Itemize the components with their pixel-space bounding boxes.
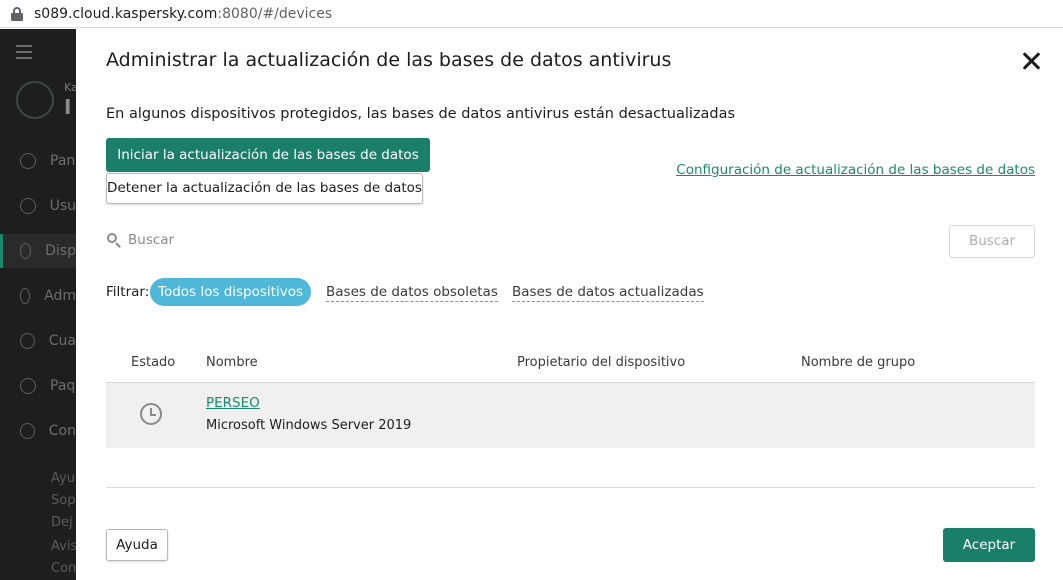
close-icon[interactable] (1020, 49, 1044, 73)
sidebar-footer-feedback[interactable]: Dej (51, 515, 73, 530)
sidebar-item-label: Paq (50, 378, 76, 394)
help-button[interactable]: Ayuda (106, 529, 168, 561)
dialog-subtitle: En algunos dispositivos protegidos, las … (106, 106, 736, 122)
packages-icon (20, 378, 36, 394)
sidebar-item-users[interactable]: Usu (0, 189, 76, 223)
sidebar-item-panel[interactable]: Pan (0, 144, 76, 178)
sidebar-item-label: Pan (50, 153, 76, 169)
column-header-status[interactable]: Estado (131, 355, 175, 370)
url-host: s089.cloud.kaspersky.com (34, 5, 218, 22)
sidebar-footer-support[interactable]: Sop (51, 493, 75, 508)
sidebar-item-label: Disp (45, 243, 76, 259)
footer-divider (106, 487, 1035, 488)
devices-icon (20, 243, 32, 259)
sidebar-footer-notices[interactable]: Avis (51, 539, 76, 554)
browser-address-bar[interactable]: s089.cloud.kaspersky.com:8080/#/devices (0, 0, 1063, 28)
logo-text-large: I (64, 95, 72, 119)
filter-updated-databases[interactable]: Bases de datos actualizadas (512, 284, 704, 302)
sidebar-item-label: Cua (48, 333, 76, 349)
logo-text-small: Ka (64, 81, 76, 94)
filter-label: Filtrar: (106, 284, 150, 300)
accept-button[interactable]: Aceptar (943, 528, 1035, 562)
search-button[interactable]: Buscar (949, 225, 1035, 258)
admins-icon (20, 288, 31, 304)
sidebar-item-devices[interactable]: Disp (0, 234, 76, 268)
app-sidebar: Ka I Pan Usu Disp Adm Cua Paq Con Ayu So… (0, 29, 76, 580)
sidebar-item-label: Adm (44, 288, 76, 304)
url-path: :8080/#/devices (217, 5, 333, 22)
kaspersky-logo-icon (16, 81, 54, 119)
sidebar-item-quarantine[interactable]: Cua (0, 324, 76, 358)
sidebar-item-packages[interactable]: Paq (0, 369, 76, 403)
update-databases-dialog: Administrar la actualización de las base… (76, 29, 1063, 580)
quarantine-icon (20, 333, 35, 349)
user-icon (20, 198, 36, 214)
clock-icon (140, 403, 162, 425)
device-name-link[interactable]: PERSEO (206, 395, 260, 411)
column-header-name[interactable]: Nombre (206, 355, 258, 370)
sidebar-footer-contact[interactable]: Con (51, 561, 76, 576)
column-header-owner[interactable]: Propietario del dispositivo (517, 355, 685, 370)
sidebar-footer-help[interactable]: Ayu (51, 471, 75, 486)
search-input[interactable] (128, 229, 728, 251)
device-os: Microsoft Windows Server 2019 (206, 418, 412, 433)
hamburger-menu-icon[interactable] (16, 45, 32, 63)
filter-outdated-databases[interactable]: Bases de datos obsoletas (326, 284, 498, 302)
start-update-button[interactable]: Iniciar la actualización de las bases de… (106, 138, 430, 172)
update-settings-link[interactable]: Configuración de actualización de las ba… (676, 162, 1035, 178)
url-text[interactable]: s089.cloud.kaspersky.com:8080/#/devices (34, 6, 332, 22)
info-icon (20, 153, 36, 169)
table-row[interactable]: PERSEO Microsoft Windows Server 2019 (106, 383, 1035, 448)
column-header-group[interactable]: Nombre de grupo (801, 355, 915, 370)
stop-update-button[interactable]: Detener la actualización de las bases de… (106, 173, 423, 204)
settings-icon (20, 423, 35, 439)
sidebar-item-admins[interactable]: Adm (0, 279, 76, 313)
filter-all-devices[interactable]: Todos los dispositivos (150, 278, 311, 306)
sidebar-item-settings[interactable]: Con (0, 414, 76, 448)
lock-icon (10, 6, 24, 21)
dialog-title: Administrar la actualización de las base… (106, 49, 672, 71)
sidebar-item-label: Usu (49, 198, 76, 214)
search-icon (107, 233, 121, 248)
sidebar-item-label: Con (48, 423, 76, 439)
